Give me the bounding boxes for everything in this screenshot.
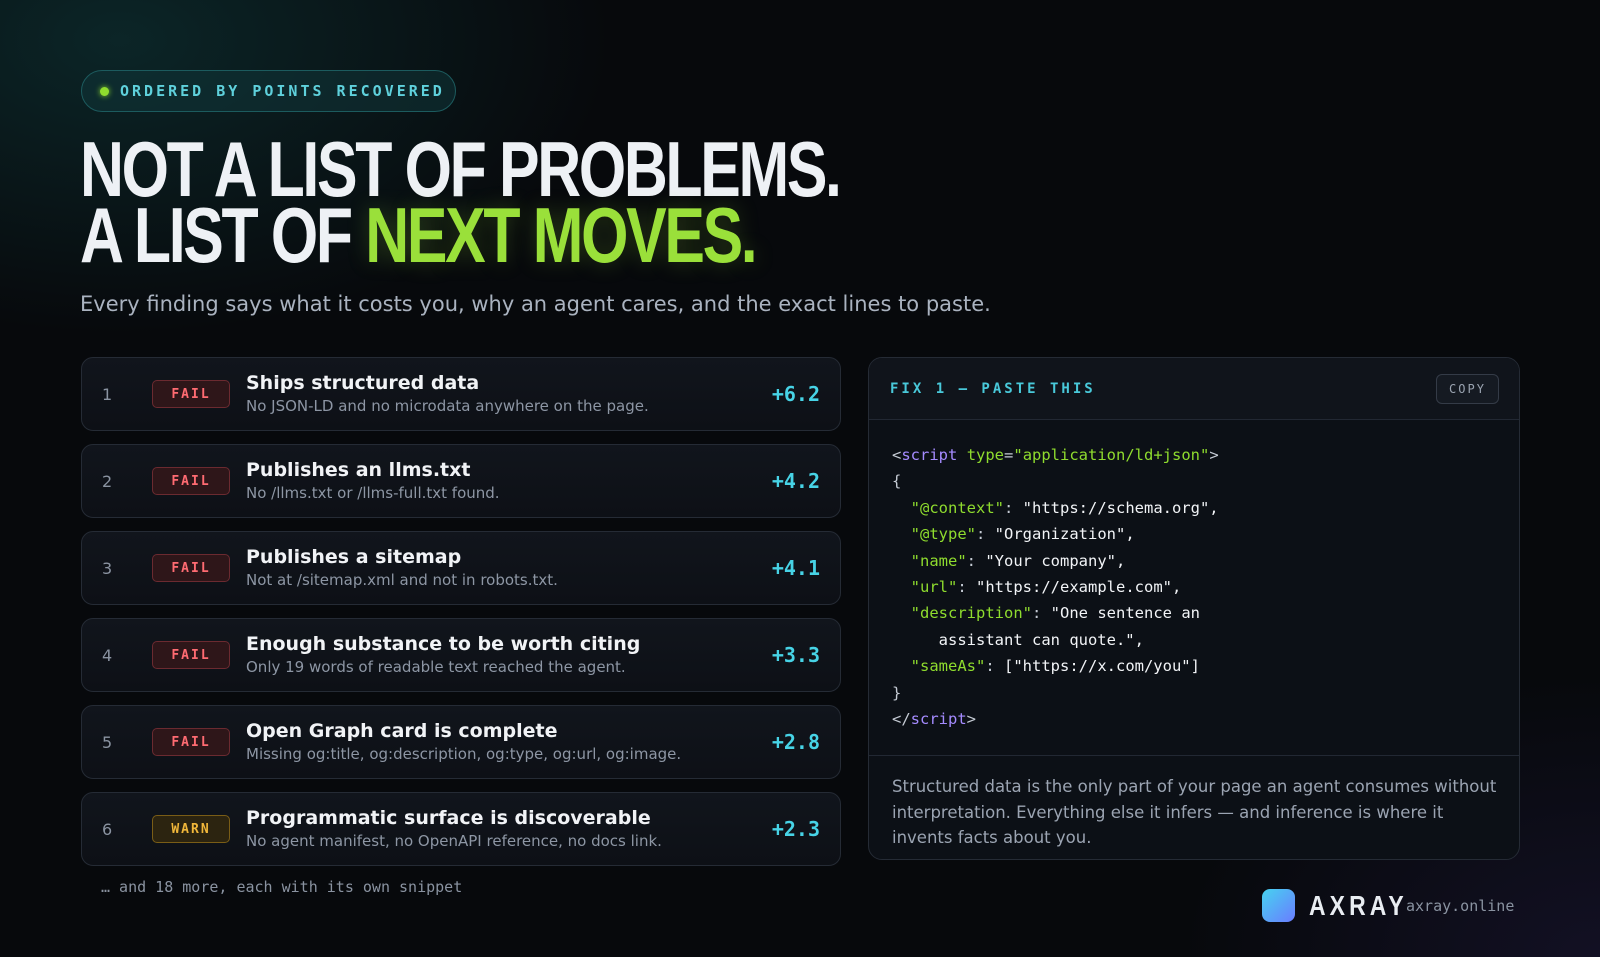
- finding-points: +2.8: [771, 730, 820, 754]
- code-line-context: "@context": "https://schema.org",: [910, 498, 1219, 517]
- page-subhead: Every finding says what it costs you, wh…: [80, 292, 991, 316]
- fix-panel-header: FIX 1 — PASTE THIS COPY: [869, 358, 1519, 420]
- fix-panel-title: FIX 1 — PASTE THIS: [890, 380, 1096, 397]
- finding-row[interactable]: 3 FAIL Publishes a sitemap Not at /sitem…: [81, 531, 841, 605]
- code-line-description: "description": "One sentence an: [910, 604, 1200, 623]
- finding-points: +3.3: [771, 643, 820, 667]
- brand-mark-icon: [1262, 889, 1295, 922]
- status-badge: FAIL: [152, 554, 230, 582]
- headline-line-2: A LIST OF NEXT MOVES.: [80, 196, 840, 274]
- finding-points: +2.3: [771, 817, 820, 841]
- status-badge: FAIL: [152, 641, 230, 669]
- sort-order-label: ORDERED BY POINTS RECOVERED: [120, 82, 445, 100]
- finding-rank: 6: [102, 819, 113, 839]
- finding-title: Programmatic surface is discoverable: [246, 807, 651, 829]
- code-line-url: "url": "https://example.com",: [910, 578, 1182, 597]
- headline-line-2-prefix: A LIST OF: [80, 191, 366, 279]
- finding-row[interactable]: 6 WARN Programmatic surface is discovera…: [81, 792, 841, 866]
- finding-description: No agent manifest, no OpenAPI reference,…: [246, 832, 662, 850]
- brand-logo[interactable]: AXRAY: [1262, 889, 1408, 922]
- code-line-name: "name": "Your company",: [910, 551, 1126, 570]
- finding-row[interactable]: 1 FAIL Ships structured data No JSON-LD …: [81, 357, 841, 431]
- sort-order-pill: ORDERED BY POINTS RECOVERED: [81, 70, 456, 112]
- code-line-description-cont: assistant can quote.",: [938, 630, 1144, 649]
- code-line-close-tag: </script>: [892, 710, 977, 729]
- code-line-type: "@type": "Organization",: [910, 525, 1135, 544]
- finding-points: +4.2: [771, 469, 820, 493]
- finding-title: Publishes an llms.txt: [246, 459, 471, 481]
- finding-row[interactable]: 5 FAIL Open Graph card is complete Missi…: [81, 705, 841, 779]
- finding-rank: 4: [102, 645, 113, 665]
- finding-rank: 1: [102, 384, 113, 404]
- findings-list: 1 FAIL Ships structured data No JSON-LD …: [81, 357, 841, 879]
- brand-url[interactable]: axray.online: [1406, 897, 1514, 915]
- status-dot-icon: [100, 86, 109, 96]
- status-badge: FAIL: [152, 728, 230, 756]
- code-line-open-tag: <script type="application/ld+json">: [892, 446, 1219, 464]
- finding-points: +4.1: [771, 556, 820, 580]
- page-headline: NOT A LIST OF PROBLEMS. A LIST OF NEXT M…: [80, 130, 842, 274]
- finding-description: Only 19 words of readable text reached t…: [246, 658, 626, 676]
- status-badge: WARN: [152, 815, 230, 843]
- finding-rank: 2: [102, 471, 113, 491]
- code-snippet[interactable]: <script type="application/ld+json"> { "@…: [869, 420, 1519, 756]
- headline-accent: NEXT MOVES.: [365, 191, 757, 279]
- finding-title: Open Graph card is complete: [246, 720, 558, 742]
- finding-points: +6.2: [771, 382, 820, 406]
- fix-explanation: Structured data is the only part of your…: [892, 777, 1497, 847]
- more-findings-note: … and 18 more, each with its own snippet: [101, 878, 463, 896]
- finding-title: Ships structured data: [246, 372, 480, 394]
- finding-rank: 3: [102, 558, 113, 578]
- finding-description: No /llms.txt or /llms-full.txt found.: [246, 484, 500, 502]
- fix-panel: FIX 1 — PASTE THIS COPY <script type="ap…: [868, 357, 1520, 860]
- status-badge: FAIL: [152, 380, 230, 408]
- code-line-brace-open: {: [892, 472, 902, 491]
- finding-description: Not at /sitemap.xml and not in robots.tx…: [246, 571, 558, 589]
- finding-title: Enough substance to be worth citing: [246, 633, 641, 655]
- code-line-sameas: "sameAs": ["https://x.com/you"]: [910, 657, 1200, 676]
- finding-title: Publishes a sitemap: [246, 546, 462, 568]
- status-badge: FAIL: [152, 467, 230, 495]
- brand-name: AXRAY: [1309, 889, 1408, 921]
- code-line-brace-close: }: [892, 683, 902, 702]
- finding-row[interactable]: 4 FAIL Enough substance to be worth citi…: [81, 618, 841, 692]
- finding-row[interactable]: 2 FAIL Publishes an llms.txt No /llms.tx…: [81, 444, 841, 518]
- finding-description: Missing og:title, og:description, og:typ…: [246, 745, 682, 763]
- finding-description: No JSON-LD and no microdata anywhere on …: [246, 397, 649, 415]
- finding-rank: 5: [102, 732, 113, 752]
- copy-button[interactable]: COPY: [1436, 374, 1499, 404]
